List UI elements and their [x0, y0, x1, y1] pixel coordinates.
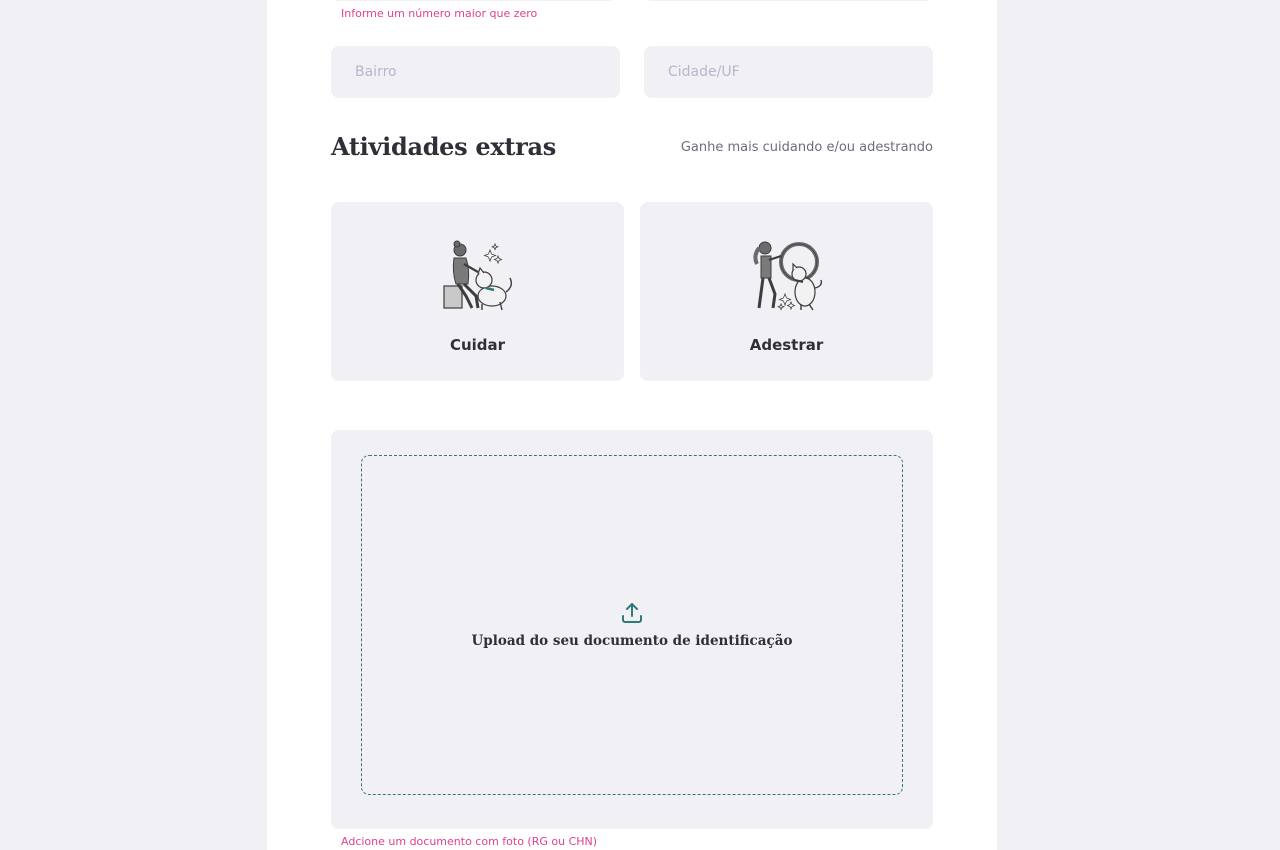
city-input[interactable] [644, 46, 933, 98]
activity-label-adestrar: Adestrar [749, 336, 824, 354]
document-dropzone[interactable]: Upload do seu documento de identificação [361, 455, 903, 795]
activity-card-adestrar[interactable]: Adestrar [640, 202, 933, 381]
section-title: Atividades extras [331, 132, 556, 161]
complement-input[interactable] [644, 0, 933, 1]
pet-training-illustration [752, 241, 822, 311]
activity-label-cuidar: Cuidar [449, 336, 506, 354]
neighborhood-input[interactable] [331, 46, 620, 98]
upload-error-message: Adcione um documento com foto (RG ou CHN… [341, 835, 598, 848]
upload-icon [622, 603, 642, 623]
number-error-message: Informe um número maior que zero [341, 7, 538, 20]
document-upload-box: Upload do seu documento de identificação [331, 430, 933, 829]
pet-care-illustration [442, 240, 512, 311]
form-page: Informe um número maior que zero Ativida… [267, 0, 997, 850]
upload-label: Upload do seu documento de identificação [471, 633, 793, 649]
form-content: Informe um número maior que zero Ativida… [331, 0, 933, 850]
section-subtitle: Ganhe mais cuidando e/ou adestrando [680, 140, 933, 155]
number-input[interactable] [331, 0, 617, 1]
activity-card-cuidar[interactable]: Cuidar [331, 202, 624, 381]
